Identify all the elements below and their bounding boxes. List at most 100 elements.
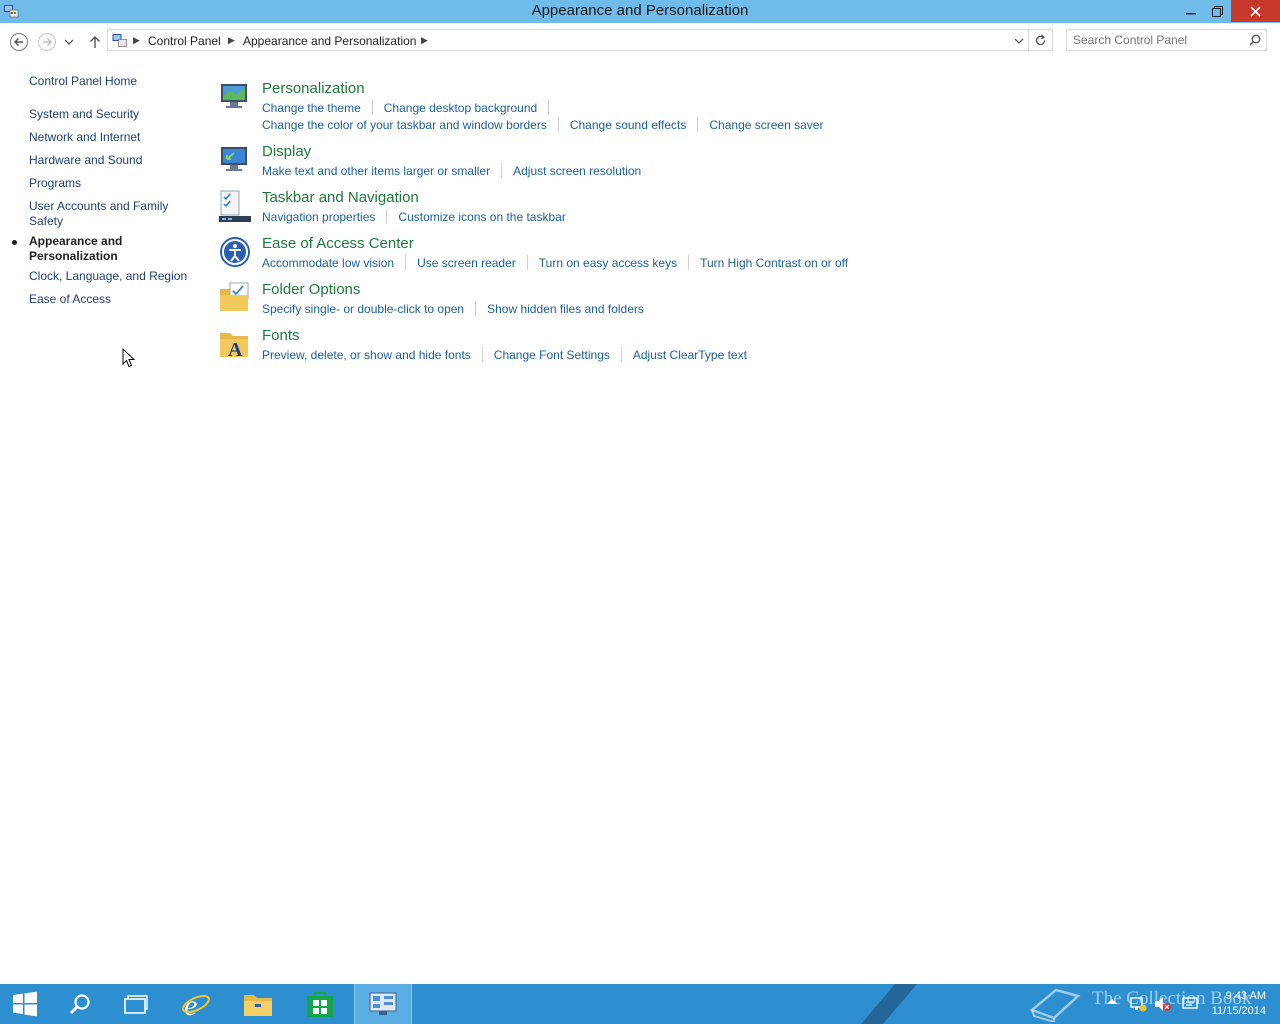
task-view-icon — [124, 995, 148, 1014]
window-title: Appearance and Personalization — [531, 2, 749, 19]
change-desktop-background-link[interactable]: Change desktop background — [384, 101, 537, 115]
navigation-bar: ▶ Control Panel ▶ Appearance and Persona… — [0, 27, 1280, 55]
title-bar[interactable]: Appearance and Personalization — [0, 0, 1280, 23]
taskbar-icon — [219, 190, 251, 222]
fonts-icon: A — [220, 333, 248, 361]
change-font-settings-link[interactable]: Change Font Settings — [494, 348, 610, 362]
mouse-cursor-icon — [122, 348, 136, 368]
breadcrumb-separator-icon[interactable]: ▶ — [421, 35, 428, 46]
file-explorer-icon — [244, 995, 272, 1016]
back-arrow-icon — [10, 33, 28, 51]
store-button[interactable] — [292, 984, 348, 1024]
taskbar-and-navigation-title-link[interactable]: Taskbar and Navigation — [262, 189, 419, 206]
restore-button[interactable] — [1204, 0, 1231, 22]
internet-explorer-button[interactable]: e — [168, 984, 224, 1024]
minimize-button[interactable] — [1176, 0, 1206, 22]
ease-of-access-center-title-link[interactable]: Ease of Access Center — [262, 235, 414, 252]
personalization-icon — [221, 84, 247, 108]
sidebar-item-ease-of-access[interactable]: Ease of Access — [29, 292, 111, 307]
ease-of-access-links-row: Accommodate low vision Use screen reader… — [262, 255, 848, 270]
single-double-click-link[interactable]: Specify single- or double-click to open — [262, 302, 464, 316]
show-hidden-icons-icon[interactable] — [1106, 996, 1118, 1008]
back-button[interactable] — [9, 32, 29, 52]
control-panel-home-link[interactable]: Control Panel Home — [29, 74, 137, 89]
task-view-button[interactable] — [108, 984, 164, 1024]
clock-date: 11/15/2014 — [1211, 1005, 1266, 1017]
accommodate-low-vision-link[interactable]: Accommodate low vision — [262, 256, 394, 270]
internet-explorer-icon: e — [182, 989, 210, 1019]
folder-options-title-link[interactable]: Folder Options — [262, 281, 360, 298]
forward-arrow-icon — [38, 33, 56, 51]
close-icon — [1250, 5, 1261, 17]
sidebar-item-user-accounts-and-family-safety[interactable]: User Accounts and Family Safety — [29, 199, 179, 229]
sidebar-item-network-and-internet[interactable]: Network and Internet — [29, 130, 140, 145]
recent-locations-button[interactable] — [62, 32, 76, 52]
start-icon — [13, 991, 37, 1017]
store-icon — [307, 992, 333, 1017]
show-hidden-files-link[interactable]: Show hidden files and folders — [487, 302, 644, 316]
personalization-links-row-2: Change the color of your taskbar and win… — [262, 117, 823, 132]
start-button[interactable] — [0, 984, 50, 1024]
refresh-icon[interactable] — [1034, 34, 1047, 47]
adjust-cleartype-text-link[interactable]: Adjust ClearType text — [633, 348, 747, 362]
change-screen-saver-link[interactable]: Change screen saver — [709, 118, 823, 132]
breadcrumb-appearance-and-personalization[interactable]: Appearance and Personalization — [243, 34, 416, 48]
make-text-larger-link[interactable]: Make text and other items larger or smal… — [262, 164, 490, 178]
customize-taskbar-icons-link[interactable]: Customize icons on the taskbar — [398, 210, 565, 224]
display-links-row: Make text and other items larger or smal… — [262, 163, 641, 178]
sidebar-item-hardware-and-sound[interactable]: Hardware and Sound — [29, 153, 142, 168]
control-panel-taskbar-button[interactable] — [354, 984, 412, 1024]
fonts-links-row: Preview, delete, or show and hide fonts … — [262, 347, 747, 362]
personalization-links-row-1: Change the theme Change desktop backgrou… — [262, 100, 560, 115]
sidebar-item-programs[interactable]: Programs — [29, 176, 81, 191]
taskbar-clock[interactable]: 9:43 AM 11/15/2014 — [1212, 989, 1266, 1019]
turn-on-easy-access-keys-link[interactable]: Turn on easy access keys — [539, 256, 677, 270]
file-explorer-button[interactable] — [230, 984, 286, 1024]
search-input[interactable] — [1073, 33, 1243, 47]
display-title-link[interactable]: Display — [262, 143, 311, 160]
sidebar-item-clock-language-and-region[interactable]: Clock, Language, and Region — [29, 269, 187, 284]
address-bar[interactable]: ▶ Control Panel ▶ Appearance and Persona… — [107, 29, 1053, 51]
search-taskbar-button[interactable] — [52, 984, 108, 1024]
breadcrumb-separator-icon[interactable]: ▶ — [228, 35, 235, 46]
volume-muted-icon[interactable] — [1154, 996, 1172, 1012]
up-arrow-icon — [90, 36, 100, 48]
change-taskbar-color-link[interactable]: Change the color of your taskbar and win… — [262, 118, 547, 132]
adjust-screen-resolution-link[interactable]: Adjust screen resolution — [513, 164, 641, 178]
clock-time: 9:43 AM — [1225, 990, 1266, 1002]
ease-of-access-icon — [220, 237, 250, 267]
change-the-theme-link[interactable]: Change the theme — [262, 101, 361, 115]
sidebar-item-appearance-and-personalization: Appearance and Personalization — [29, 234, 123, 263]
folder-options-icon — [220, 282, 249, 311]
breadcrumb-control-panel[interactable]: Control Panel — [148, 34, 221, 48]
up-button[interactable] — [85, 32, 105, 52]
folder-options-links-row: Specify single- or double-click to open … — [262, 301, 644, 316]
use-screen-reader-link[interactable]: Use screen reader — [417, 256, 516, 270]
decorative-stripe-icon — [861, 984, 917, 1024]
minimize-icon — [1186, 13, 1196, 15]
search-icon — [70, 994, 90, 1014]
sidebar-item-system-and-security[interactable]: System and Security — [29, 107, 139, 122]
turn-high-contrast-link[interactable]: Turn High Contrast on or off — [700, 256, 848, 270]
restore-icon — [1212, 5, 1223, 17]
control-panel-icon — [369, 992, 397, 1015]
search-icon[interactable] — [1249, 34, 1261, 46]
book-watermark-icon — [1029, 988, 1081, 1022]
svg-text:A: A — [228, 339, 243, 361]
breadcrumb-separator-icon[interactable]: ▶ — [133, 35, 140, 46]
address-dropdown-icon[interactable] — [1014, 37, 1024, 45]
change-sound-effects-link[interactable]: Change sound effects — [570, 118, 687, 132]
close-button[interactable] — [1231, 0, 1280, 22]
search-box[interactable] — [1066, 29, 1267, 51]
control-panel-location-icon — [112, 34, 127, 47]
taskbar: e The Collection Book 9:43 AM 11/15/2014 — [0, 984, 1280, 1024]
personalization-title-link[interactable]: Personalization — [262, 80, 365, 97]
action-center-icon[interactable] — [1182, 996, 1198, 1010]
chevron-down-icon — [64, 39, 74, 45]
forward-button[interactable] — [37, 32, 57, 52]
navigation-properties-link[interactable]: Navigation properties — [262, 210, 375, 224]
preview-delete-fonts-link[interactable]: Preview, delete, or show and hide fonts — [262, 348, 471, 362]
network-icon[interactable] — [1129, 996, 1147, 1012]
taskbar-links-row: Navigation properties Customize icons on… — [262, 209, 566, 224]
fonts-title-link[interactable]: Fonts — [262, 327, 300, 344]
